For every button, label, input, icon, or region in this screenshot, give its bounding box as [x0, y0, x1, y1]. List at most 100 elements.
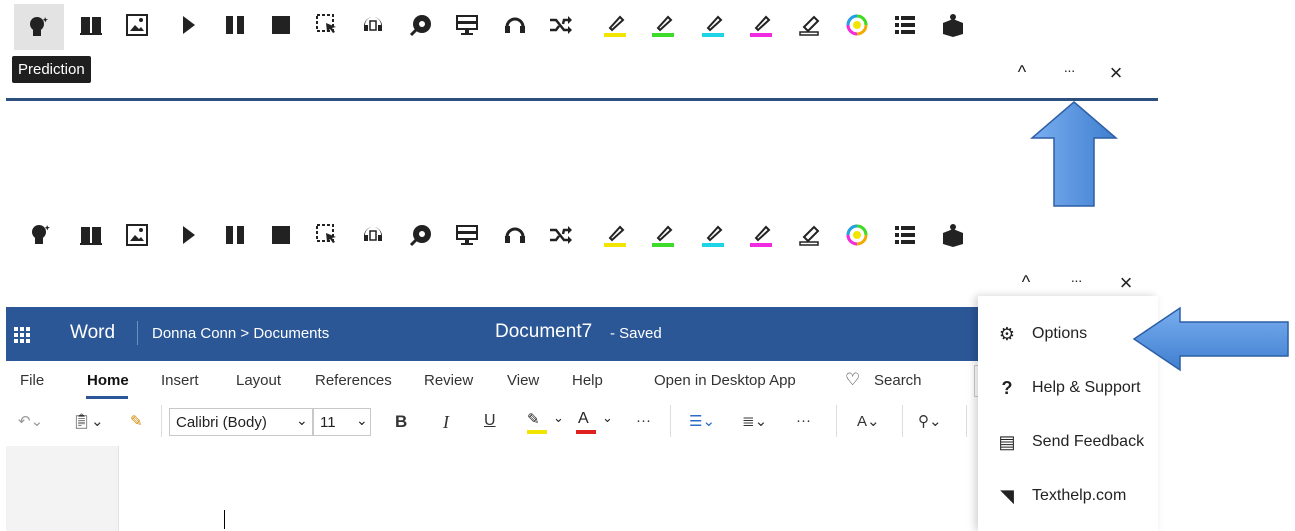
- pause-icon[interactable]: [220, 10, 250, 40]
- tab-layout[interactable]: Layout: [236, 372, 281, 389]
- font-color-icon: A: [578, 410, 589, 427]
- highlight-blue-icon[interactable]: [698, 10, 728, 40]
- check-it-icon[interactable]: [938, 220, 968, 250]
- chevron-down-icon: ⌄: [296, 412, 308, 428]
- divider: [161, 405, 162, 437]
- bullets-button[interactable]: ☰⌄: [689, 412, 715, 430]
- document-title[interactable]: Document7: [495, 321, 592, 343]
- screenshot-reader-icon[interactable]: [312, 220, 342, 250]
- tab-file[interactable]: File: [20, 372, 44, 389]
- tab-home[interactable]: Home: [87, 372, 129, 389]
- bold-button[interactable]: B: [395, 412, 407, 432]
- tab-view[interactable]: View: [507, 372, 539, 389]
- font-name-dropdown[interactable]: Calibri (Body) ⌄: [169, 408, 313, 436]
- audio-maker-icon[interactable]: [358, 220, 388, 250]
- clear-highlights-icon[interactable]: [794, 10, 824, 40]
- highlight-green-icon[interactable]: [648, 220, 678, 250]
- lightbulb-icon: ♡: [845, 370, 861, 389]
- clear-highlights-icon[interactable]: [794, 220, 824, 250]
- menu-item-send-feedback[interactable]: ▤ Send Feedback: [978, 416, 1158, 468]
- divider: [966, 405, 967, 437]
- more-options-button[interactable]: ···: [1057, 62, 1081, 78]
- app-name[interactable]: Word: [70, 322, 115, 344]
- up-arrow-annotation: [1030, 101, 1119, 207]
- close-button[interactable]: ×: [1104, 60, 1128, 86]
- font-color-button[interactable]: A ⌄: [576, 410, 616, 436]
- tab-insert[interactable]: Insert: [161, 372, 199, 389]
- undo-icon[interactable]: ↶⌄: [18, 412, 43, 430]
- highlight-yellow-icon[interactable]: [600, 10, 630, 40]
- toolbar-bottom-rule: [6, 98, 1158, 101]
- play-icon[interactable]: [174, 220, 204, 250]
- menu-item-label: Texthelp.com: [1032, 487, 1127, 504]
- more-options-button[interactable]: ···: [1064, 272, 1088, 288]
- highlight-blue-icon[interactable]: [698, 220, 728, 250]
- highlight-yellow-icon[interactable]: [600, 220, 630, 250]
- menu-item-help-support[interactable]: ? Help & Support: [978, 362, 1158, 414]
- dictionary-icon[interactable]: [76, 10, 106, 40]
- italic-button[interactable]: I: [443, 412, 449, 433]
- chevron-down-icon: ⌄: [602, 410, 613, 425]
- stop-icon[interactable]: [266, 220, 296, 250]
- collapse-button[interactable]: ^: [1010, 62, 1034, 83]
- collect-highlights-icon[interactable]: [842, 10, 872, 40]
- open-in-desktop-app[interactable]: Open in Desktop App: [654, 372, 796, 389]
- tab-review[interactable]: Review: [424, 372, 473, 389]
- talk-and-type-icon[interactable]: [500, 220, 530, 250]
- align-button[interactable]: ≣⌄: [742, 412, 767, 430]
- screen-mask-icon[interactable]: [452, 10, 482, 40]
- screenshot-reader-icon[interactable]: [312, 10, 342, 40]
- picture-dictionary-icon[interactable]: [122, 220, 152, 250]
- stop-icon[interactable]: [266, 10, 296, 40]
- text-cursor: [224, 510, 225, 529]
- vocabulary-list-icon[interactable]: [890, 10, 920, 40]
- more-paragraph-options-button[interactable]: ···: [796, 412, 811, 429]
- styles-button[interactable]: A⌄: [857, 412, 880, 430]
- screen-mask-icon[interactable]: [452, 220, 482, 250]
- check-it-icon[interactable]: [938, 10, 968, 40]
- audio-maker-icon[interactable]: [358, 10, 388, 40]
- pause-icon[interactable]: [220, 220, 250, 250]
- document-page[interactable]: [118, 446, 979, 531]
- play-icon[interactable]: [174, 10, 204, 40]
- rewordify-icon[interactable]: [546, 10, 576, 40]
- highlight-color-button[interactable]: ✎ ⌄: [527, 410, 567, 436]
- find-button[interactable]: ⚲⌄: [918, 412, 942, 430]
- divider: [902, 405, 903, 437]
- picture-dictionary-icon[interactable]: [122, 10, 152, 40]
- more-options-menu: ⚙ Options ? Help & Support ▤ Send Feedba…: [978, 296, 1158, 531]
- rewordify-icon[interactable]: [546, 220, 576, 250]
- speech-input-icon[interactable]: [406, 10, 436, 40]
- talk-and-type-icon[interactable]: [500, 10, 530, 40]
- speech-input-icon[interactable]: [406, 220, 436, 250]
- format-painter-icon[interactable]: ✎: [130, 412, 143, 430]
- paste-icon[interactable]: 📋︎⌄: [72, 412, 104, 430]
- menu-item-options[interactable]: ⚙ Options: [978, 308, 1158, 360]
- tab-help[interactable]: Help: [572, 372, 603, 389]
- underline-button[interactable]: U: [484, 412, 496, 430]
- app-launcher-icon[interactable]: [14, 327, 30, 343]
- prediction-icon[interactable]: [14, 4, 64, 50]
- font-size-dropdown[interactable]: 11 ⌄: [313, 408, 371, 436]
- bottom-toolbar: ^ ··· ×: [0, 210, 1295, 300]
- prediction-icon[interactable]: [26, 220, 56, 250]
- collapse-button[interactable]: ^: [1014, 272, 1038, 293]
- highlight-pink-icon[interactable]: [746, 10, 776, 40]
- breadcrumb[interactable]: Donna Conn > Documents: [152, 325, 329, 342]
- chevron-down-icon: ⌄: [553, 410, 564, 425]
- highlighter-icon: ✎: [527, 411, 540, 428]
- dictionary-icon[interactable]: [76, 220, 106, 250]
- title-divider: [137, 321, 138, 345]
- highlight-green-icon[interactable]: [648, 10, 678, 40]
- word-title-bar: Word Donna Conn > Documents Document7 - …: [6, 307, 978, 361]
- more-font-options-button[interactable]: ···: [636, 412, 651, 429]
- left-arrow-annotation: [1132, 306, 1289, 372]
- tab-references[interactable]: References: [315, 372, 392, 389]
- collect-highlights-icon[interactable]: [842, 220, 872, 250]
- menu-item-texthelp[interactable]: ◥ Texthelp.com: [978, 470, 1158, 522]
- highlight-pink-icon[interactable]: [746, 220, 776, 250]
- vocabulary-list-icon[interactable]: [890, 220, 920, 250]
- tell-me-search[interactable]: Search: [874, 372, 922, 389]
- menu-item-label: Help & Support: [1032, 379, 1141, 396]
- close-button[interactable]: ×: [1114, 270, 1138, 296]
